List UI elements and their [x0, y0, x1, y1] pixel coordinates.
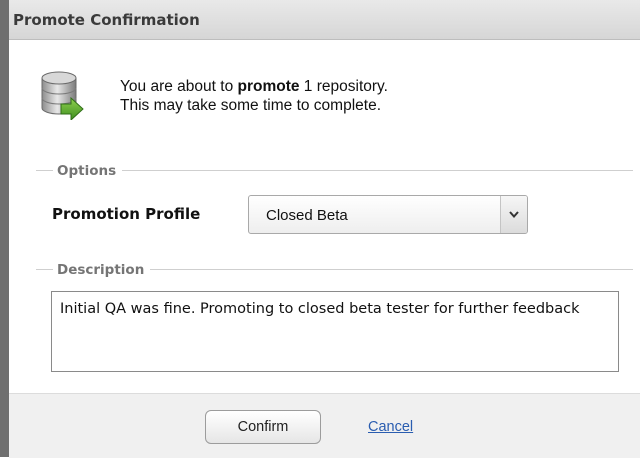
promotion-profile-label: Promotion Profile	[52, 205, 201, 223]
message-suffix: 1 repository.	[299, 78, 388, 95]
database-promote-icon	[39, 70, 85, 122]
message-action: promote	[237, 78, 300, 95]
options-section: Options	[36, 161, 633, 181]
cancel-link[interactable]: Cancel	[368, 419, 413, 435]
dialog-body: You are about to promote 1 repository. T…	[9, 40, 640, 393]
description-textarea[interactable]: Initial QA was fine. Promoting to closed…	[51, 291, 619, 372]
promotion-profile-select[interactable]: Closed Beta	[248, 195, 528, 234]
confirm-button[interactable]: Confirm	[205, 410, 321, 444]
description-legend: Description	[53, 260, 151, 280]
promote-message: You are about to promote 1 repository. T…	[120, 77, 388, 115]
message-line-1: You are about to promote 1 repository.	[120, 77, 388, 96]
options-legend: Options	[53, 161, 123, 181]
promote-confirmation-dialog: Promote Confirmation You are about to pr…	[0, 0, 640, 458]
message-line-2: This may take some time to complete.	[120, 97, 382, 114]
chevron-down-icon	[509, 211, 519, 218]
dialog-footer: Confirm Cancel	[9, 393, 640, 458]
dialog-titlebar[interactable]: Promote Confirmation	[9, 0, 640, 40]
select-arrow-button[interactable]	[500, 196, 527, 233]
promotion-profile-value: Closed Beta	[266, 207, 348, 224]
message-prefix: You are about to	[120, 78, 238, 95]
dialog-title: Promote Confirmation	[13, 11, 200, 29]
options-divider	[36, 170, 633, 171]
description-section: Description	[36, 260, 633, 280]
